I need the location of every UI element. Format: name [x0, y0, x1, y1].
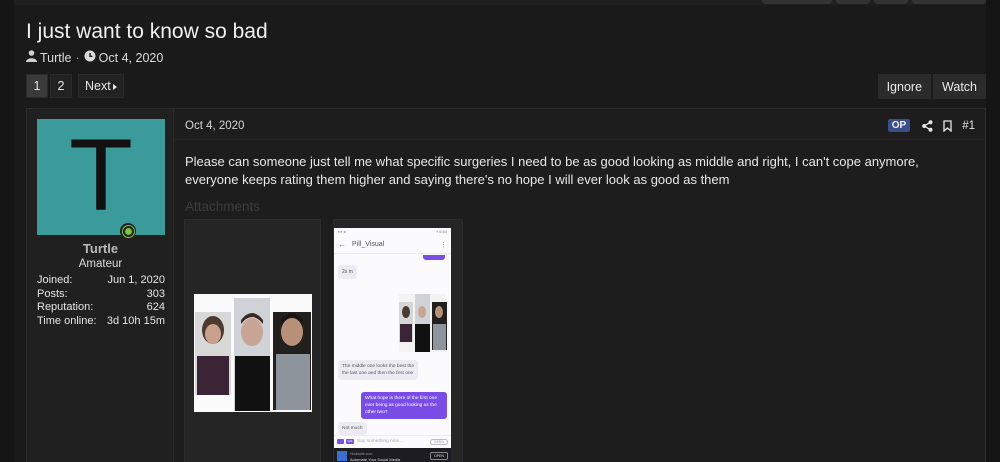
avatar[interactable]: T: [37, 119, 165, 235]
bookmark-icon[interactable]: [943, 119, 952, 132]
gif-icon: GIF: [346, 439, 354, 444]
chat-input-bar: GIF Say something nice... SEND: [334, 435, 451, 447]
pagination: 1 2 Next: [26, 74, 126, 98]
send-icon: SEND: [430, 438, 448, 445]
thread-title: I just want to know so bad: [26, 20, 268, 43]
ad-image: [337, 451, 347, 461]
thread-author-link[interactable]: Turtle: [40, 51, 72, 65]
ad-source: Hootsuite.com: [350, 451, 373, 456]
post-header-divider: [174, 139, 985, 140]
attachments-heading: Attachments: [185, 199, 261, 214]
next-page-label: Next: [85, 79, 111, 93]
attachment-thumbnail[interactable]: ▪▪▪ ◂ ▪ 6:34 ← Pill_Visual ⋮ 2s m The mi…: [333, 219, 463, 462]
post: T Turtle Amateur Joined: Jun 1, 2020 Pos…: [26, 108, 986, 462]
attachment-photo-collage: [194, 294, 312, 412]
chat-bubble-outgoing: [423, 255, 445, 260]
ad-title: Automate Your Social Media: [350, 456, 401, 462]
stat-value: 3d 10h 15m: [106, 314, 165, 327]
stat-label: Time online:: [37, 314, 97, 327]
left-edge: [0, 0, 14, 462]
page-1-button[interactable]: 1: [26, 74, 48, 98]
post-number-link[interactable]: #1: [962, 120, 975, 132]
back-arrow-icon: ←: [338, 240, 346, 249]
stat-value: Jun 1, 2020: [107, 274, 166, 286]
chat-header: ← Pill_Visual ⋮: [334, 236, 451, 254]
thread-meta: Turtle · Oct 4, 2020: [26, 50, 163, 65]
post-tools: OP #1: [887, 119, 975, 132]
chat-ad-banner: Hootsuite.com Automate Your Social Media…: [334, 448, 451, 462]
top-bar-button[interactable]: [874, 0, 908, 4]
phone-status-bar: ▪▪▪ ◂ ▪ 6:34: [338, 229, 447, 234]
ad-text: Hootsuite.com Automate Your Social Media: [350, 451, 430, 462]
clock-icon: [84, 50, 99, 65]
post-user-panel: T Turtle Amateur Joined: Jun 1, 2020 Pos…: [27, 109, 174, 462]
chat-name: Pill_Visual: [352, 241, 385, 248]
stat-row: Time online: 3d 10h 15m: [37, 315, 165, 329]
user-icon: [26, 50, 40, 65]
op-badge: OP: [887, 119, 911, 132]
chat-bubble-incoming: Not much: [338, 422, 367, 435]
share-icon[interactable]: [922, 119, 933, 132]
thread-date-link[interactable]: Oct 4, 2020: [99, 51, 164, 65]
attachment-thumbnail[interactable]: [184, 219, 321, 462]
user-title: Amateur: [78, 258, 123, 270]
stat-value: 303: [146, 287, 165, 300]
page-2-button[interactable]: 2: [50, 74, 72, 98]
post-body: Please can someone just tell me what spe…: [185, 154, 919, 187]
avatar-letter: T: [71, 121, 131, 233]
more-vert-icon: ⋮: [440, 241, 447, 249]
top-bar: [0, 0, 1000, 5]
stat-row: Posts: 303: [37, 288, 165, 302]
stat-row: Reputation: 624: [37, 301, 165, 315]
top-bar-button[interactable]: [836, 0, 870, 4]
stat-label: Posts:: [37, 287, 68, 300]
next-page-button[interactable]: Next: [78, 74, 124, 98]
user-stats: Joined: Jun 1, 2020 Posts: 303 Reputatio…: [37, 274, 165, 328]
stat-value: 624: [146, 301, 165, 313]
post-date-link[interactable]: Oct 4, 2020: [185, 120, 244, 132]
chat-bubble-outgoing: What hope is there of the first one ever…: [361, 392, 447, 419]
stat-label: Reputation:: [37, 301, 94, 313]
chat-bubble-incoming: The middle one looks the best the the la…: [338, 360, 418, 380]
ad-open-button: OPEN: [430, 452, 448, 460]
meta-separator: ·: [75, 50, 80, 65]
chat-time-bubble: 2s m: [338, 265, 357, 279]
thread-actions: Ignore Watch: [876, 74, 986, 99]
right-edge: [986, 0, 1000, 462]
top-bar-button[interactable]: [912, 0, 986, 4]
stat-label: Joined:: [37, 274, 73, 286]
username-link[interactable]: Turtle: [27, 241, 174, 256]
watch-button[interactable]: Watch: [933, 74, 986, 99]
stat-row: Joined: Jun 1, 2020: [37, 274, 165, 288]
ignore-button[interactable]: Ignore: [877, 74, 932, 99]
caret-right-icon: [112, 79, 117, 93]
chat-input-placeholder: Say something nice...: [357, 439, 403, 444]
image-icon: [337, 439, 344, 444]
chat-photo-collage: [399, 294, 447, 352]
top-bar-button[interactable]: [762, 0, 832, 4]
online-status-icon: [120, 223, 136, 239]
chat-screenshot: ▪▪▪ ◂ ▪ 6:34 ← Pill_Visual ⋮ 2s m The mi…: [334, 228, 451, 462]
